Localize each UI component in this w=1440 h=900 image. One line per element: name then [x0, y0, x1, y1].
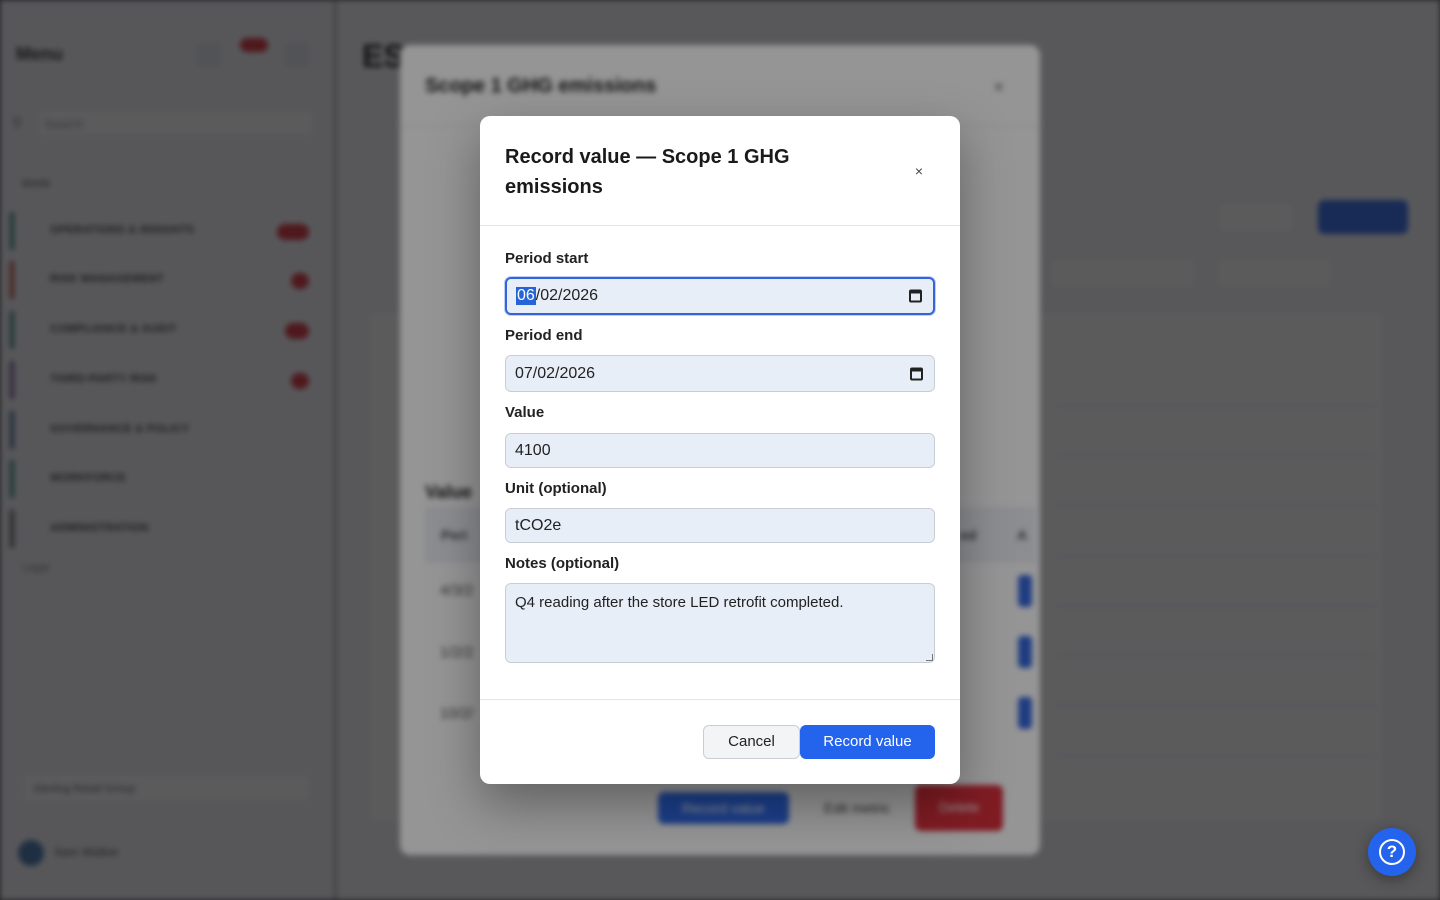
dialog-footer-divider — [480, 699, 960, 700]
value-input-text: 4100 — [515, 441, 551, 459]
calendar-icon[interactable] — [910, 367, 923, 380]
period-start-rest: /02/2026 — [535, 287, 599, 304]
unit-input-text: tCO2e — [515, 516, 562, 534]
value-input[interactable]: 4100 — [505, 433, 935, 468]
dialog-title: Record value — Scope 1 GHG emissions — [505, 146, 790, 198]
cancel-button[interactable]: Cancel — [703, 725, 800, 759]
value-label: Value — [505, 404, 545, 421]
period-start-input[interactable]: 06/02/2026 — [505, 277, 935, 315]
period-start-month-segment[interactable]: 06 — [516, 287, 536, 305]
unit-input[interactable]: tCO2e — [505, 508, 935, 543]
period-end-label: Period end — [505, 327, 583, 344]
dialog-header-divider — [480, 225, 960, 226]
record-value-dialog: Record value — Scope 1 GHG emissions × P… — [480, 116, 960, 784]
help-icon: ? — [1379, 839, 1405, 865]
period-end-input[interactable]: 07/02/2026 — [505, 355, 935, 392]
period-start-label: Period start — [505, 250, 589, 267]
notes-label: Notes (optional) — [505, 555, 620, 572]
notes-textarea[interactable]: Q4 reading after the store LED retrofit … — [505, 583, 935, 663]
resize-handle-icon[interactable] — [926, 654, 933, 661]
close-icon[interactable]: × — [910, 162, 928, 180]
period-end-value: 07/02/2026 — [515, 364, 596, 382]
help-button[interactable]: ? — [1368, 828, 1416, 876]
unit-label: Unit (optional) — [505, 480, 607, 497]
calendar-icon[interactable] — [909, 289, 922, 303]
record-value-button[interactable]: Record value — [800, 725, 935, 759]
